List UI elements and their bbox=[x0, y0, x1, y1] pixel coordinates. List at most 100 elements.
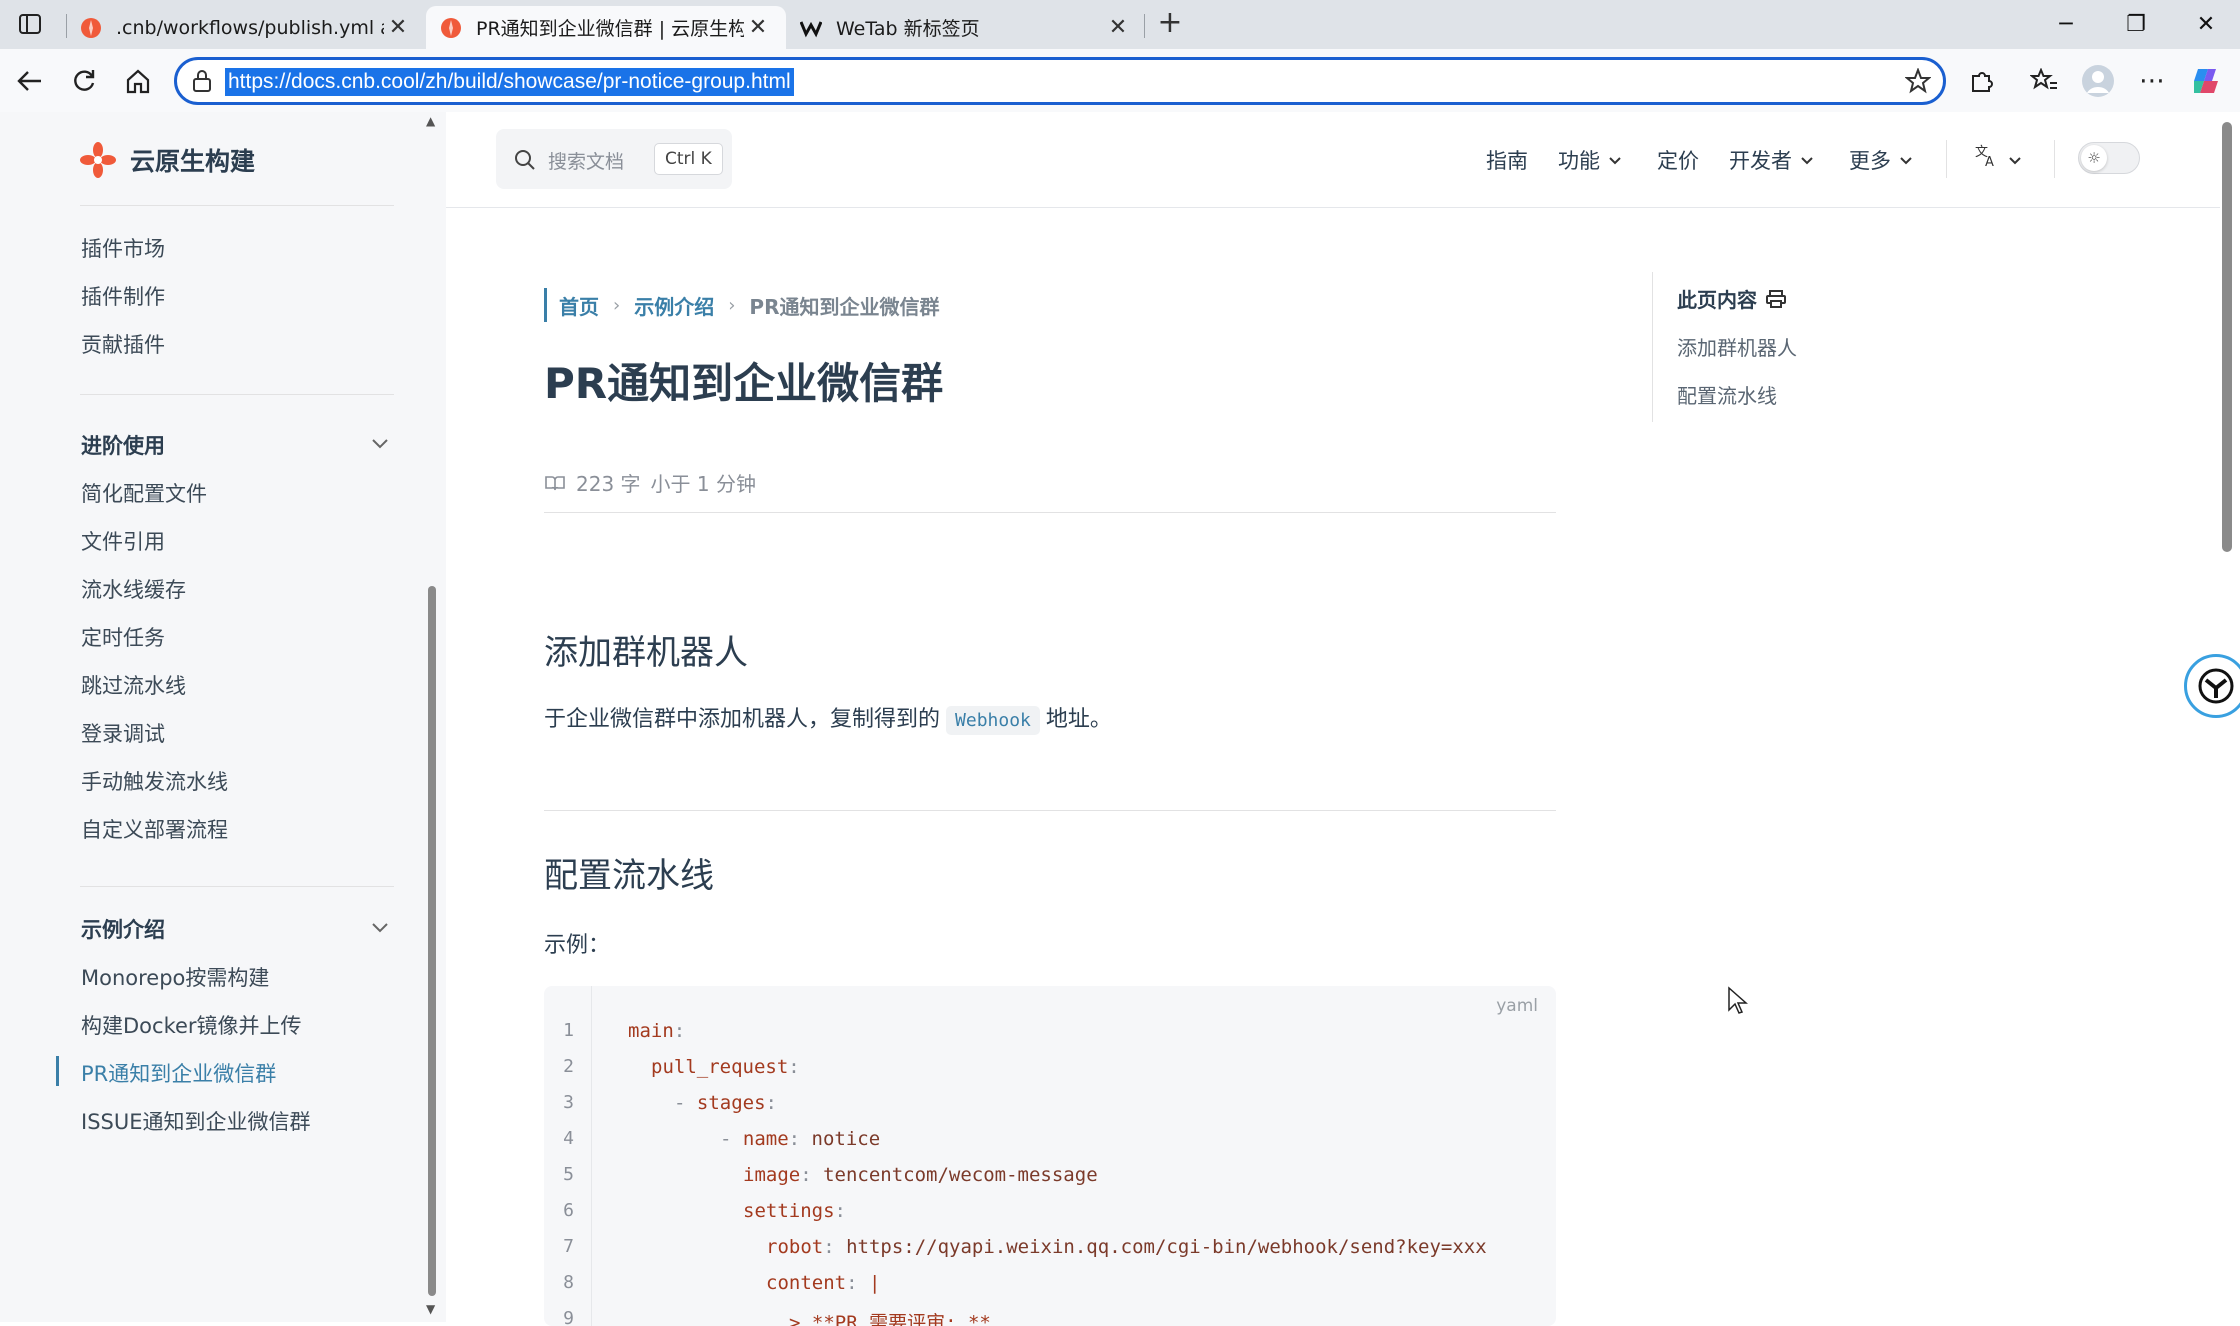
home-button[interactable] bbox=[118, 61, 158, 101]
theme-toggle-switch[interactable]: ☼ bbox=[2078, 142, 2140, 174]
chevron-right-icon: › bbox=[613, 294, 621, 316]
code-line: - stages: bbox=[674, 1092, 777, 1114]
sidebar-item-pipeline-cache[interactable]: 流水线缓存 bbox=[81, 574, 186, 604]
close-window-button[interactable]: ✕ bbox=[2176, 8, 2236, 42]
copilot-button[interactable] bbox=[2186, 61, 2226, 101]
nav-pricing[interactable]: 定价 bbox=[1657, 145, 1699, 175]
close-tab-icon[interactable]: ✕ bbox=[744, 15, 772, 40]
search-placeholder: 搜索文档 bbox=[548, 151, 625, 173]
sidebar-item-contribute-plugin[interactable]: 贡献插件 bbox=[81, 329, 165, 359]
code-block[interactable]: yaml 1 2 3 4 5 6 7 8 9 main: pull_reques… bbox=[544, 986, 1556, 1326]
svg-text:A: A bbox=[1985, 155, 1994, 168]
sidebar-divider bbox=[80, 394, 394, 395]
sidebar-item-monorepo[interactable]: Monorepo按需构建 bbox=[81, 962, 269, 992]
chevron-down-icon bbox=[2008, 157, 2021, 165]
nav-developer[interactable]: 开发者 bbox=[1729, 145, 1815, 175]
sidebar-item-skip-pipeline[interactable]: 跳过流水线 bbox=[81, 670, 186, 700]
sidebar-group-showcase[interactable]: 示例介绍 bbox=[81, 914, 165, 944]
settings-menu-button[interactable]: ⋯ bbox=[2132, 61, 2172, 101]
page-scrollbar[interactable] bbox=[2222, 122, 2232, 552]
toc-title: 此页内容 bbox=[1677, 284, 1787, 313]
site-info-icon[interactable] bbox=[191, 69, 213, 93]
assistant-icon bbox=[2198, 668, 2234, 704]
scroll-up-arrow-icon[interactable]: ▲ bbox=[426, 114, 435, 128]
favorites-button[interactable] bbox=[2024, 61, 2064, 101]
sidebar-item-issue-notice[interactable]: ISSUE通知到企业微信群 bbox=[81, 1106, 311, 1136]
reload-button[interactable] bbox=[64, 61, 104, 101]
close-tab-icon[interactable]: ✕ bbox=[384, 15, 412, 40]
section-heading-add-bot: 添加群机器人 bbox=[544, 633, 748, 673]
url-text[interactable]: https://docs.cnb.cool/zh/build/showcase/… bbox=[225, 68, 794, 96]
toc-item-add-bot[interactable]: 添加群机器人 bbox=[1677, 332, 1797, 361]
avatar-icon bbox=[2082, 65, 2114, 97]
profile-button[interactable] bbox=[2078, 61, 2118, 101]
sidebar-item-plugin-making[interactable]: 插件制作 bbox=[81, 281, 165, 311]
sidebar-item-plugin-market[interactable]: 插件市场 bbox=[81, 233, 165, 263]
sidebar-item-custom-deploy[interactable]: 自定义部署流程 bbox=[81, 814, 228, 844]
toc-title-text: 此页内容 bbox=[1677, 288, 1757, 312]
code-language: yaml bbox=[1496, 996, 1538, 1016]
word-count: 223 字 bbox=[576, 472, 641, 496]
paragraph-text: 地址。 bbox=[1045, 707, 1112, 732]
copilot-icon bbox=[2194, 69, 2218, 93]
cnb-favicon-icon bbox=[441, 17, 461, 38]
mouse-cursor-icon bbox=[1728, 986, 1748, 1014]
search-icon bbox=[515, 150, 535, 170]
tab-publish-yml[interactable]: .cnb/workflows/publish.yml at ma ✕ bbox=[66, 6, 426, 49]
site-logo[interactable]: 云原生构建 bbox=[80, 142, 255, 178]
line-number: 9 bbox=[563, 1308, 574, 1326]
tab-wetab[interactable]: WeTab 新标签页 ✕ bbox=[786, 6, 1146, 49]
search-button[interactable]: 搜索文档 Ctrl K bbox=[496, 129, 732, 189]
search-shortcut: Ctrl K bbox=[654, 143, 723, 175]
breadcrumb-section[interactable]: 示例介绍 bbox=[634, 291, 714, 320]
restore-button[interactable]: ❐ bbox=[2106, 8, 2166, 42]
sidebar-item-scheduled-task[interactable]: 定时任务 bbox=[81, 622, 165, 652]
sidebar-item-docker-build[interactable]: 构建Docker镜像并上传 bbox=[81, 1010, 302, 1040]
code-line: robot: https://qyapi.weixin.qq.com/cgi-b… bbox=[766, 1236, 1487, 1258]
sidebar-item-manual-trigger[interactable]: 手动触发流水线 bbox=[81, 766, 228, 796]
breadcrumb-home[interactable]: 首页 bbox=[559, 291, 599, 320]
back-button[interactable] bbox=[10, 61, 50, 101]
wetab-favicon-icon bbox=[800, 20, 822, 37]
code-line: image: tencentcom/wecom-message bbox=[743, 1164, 1098, 1186]
inline-code: Webhook bbox=[946, 706, 1040, 735]
favorite-star-icon[interactable] bbox=[1905, 68, 1931, 94]
print-icon[interactable] bbox=[1765, 289, 1787, 309]
sidebar-group-advanced[interactable]: 进阶使用 bbox=[81, 430, 165, 460]
sidebar-item-login-debug[interactable]: 登录调试 bbox=[81, 718, 165, 748]
cnb-favicon-icon bbox=[81, 17, 101, 38]
section-paragraph: 于企业微信群中添加机器人，复制得到的 Webhook 地址。 bbox=[544, 701, 1112, 735]
sidebar-item-file-reference[interactable]: 文件引用 bbox=[81, 526, 165, 556]
extensions-button[interactable] bbox=[1962, 61, 2002, 101]
nav-more[interactable]: 更多 bbox=[1849, 145, 1914, 175]
nav-guide[interactable]: 指南 bbox=[1486, 145, 1528, 175]
tab-title: PR通知到企业微信群 | 云原生构建 bbox=[476, 18, 744, 40]
tab-title: .cnb/workflows/publish.yml at ma bbox=[116, 16, 384, 39]
line-number: 8 bbox=[563, 1272, 574, 1293]
scroll-down-arrow-icon[interactable]: ▼ bbox=[426, 1302, 435, 1316]
chevron-down-icon[interactable] bbox=[368, 431, 392, 455]
new-tab-button[interactable]: + bbox=[1152, 8, 1188, 42]
chevron-down-icon[interactable] bbox=[368, 915, 392, 939]
language-switcher[interactable]: 文A bbox=[1974, 142, 2023, 173]
sidebar-item-pr-notice[interactable]: PR通知到企业微信群 bbox=[81, 1058, 276, 1088]
cnb-logo-icon bbox=[80, 142, 116, 178]
sidebar-toggle-icon[interactable] bbox=[14, 10, 46, 38]
chevron-down-icon bbox=[1800, 157, 1813, 165]
minimize-button[interactable]: ─ bbox=[2036, 8, 2096, 42]
nav-features[interactable]: 功能 bbox=[1558, 145, 1623, 175]
tab-pr-notice[interactable]: PR通知到企业微信群 | 云原生构建 ✕ bbox=[426, 6, 786, 49]
chevron-down-icon bbox=[1608, 157, 1621, 165]
tab-separator bbox=[1144, 14, 1145, 38]
toc-item-config-pipeline[interactable]: 配置流水线 bbox=[1677, 380, 1777, 409]
example-intro: 示例： bbox=[544, 933, 611, 958]
line-number: 7 bbox=[563, 1236, 574, 1257]
article-meta: 223 字 小于 1 分钟 bbox=[544, 468, 756, 497]
sidebar-item-simplify-config[interactable]: 简化配置文件 bbox=[81, 478, 207, 508]
nav-features-label: 功能 bbox=[1558, 149, 1600, 173]
close-tab-icon[interactable]: ✕ bbox=[1104, 15, 1132, 40]
omnibox[interactable]: https://docs.cnb.cool/zh/build/showcase/… bbox=[174, 57, 1946, 105]
address-bar-row: https://docs.cnb.cool/zh/build/showcase/… bbox=[0, 49, 2240, 112]
sidebar-scrollbar[interactable] bbox=[428, 586, 436, 1296]
assistant-float-button[interactable] bbox=[2184, 654, 2240, 718]
